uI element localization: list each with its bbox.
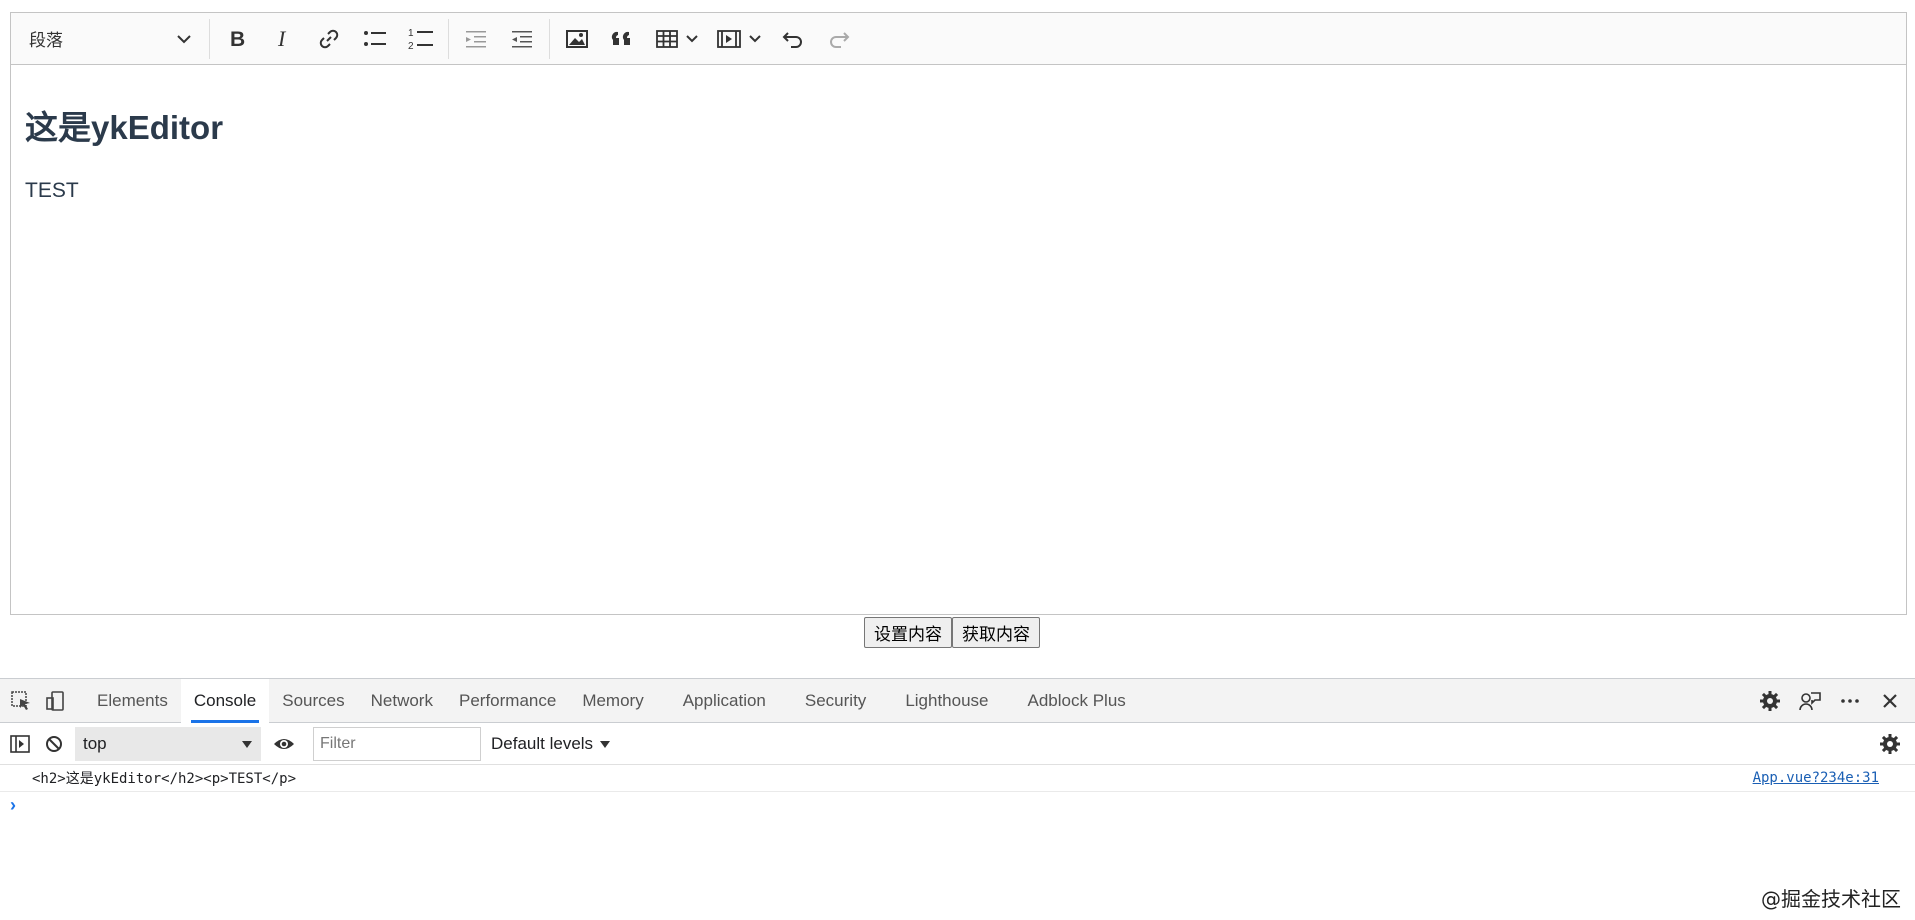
get-content-button[interactable]: 获取内容 (952, 617, 1040, 648)
content-heading[interactable]: 这是ykEditor (25, 101, 1892, 149)
devtools-right-actions (1747, 679, 1907, 723)
svg-text:2: 2 (408, 41, 414, 51)
console-prompt[interactable]: › (0, 792, 1915, 818)
svg-text:I: I (277, 28, 287, 50)
bulleted-list-button[interactable] (354, 19, 396, 59)
sidebar-toggle-icon (10, 734, 30, 753)
tab-elements[interactable]: Elements (84, 679, 181, 723)
toolbar-separator (209, 18, 210, 59)
insert-media-button[interactable] (710, 19, 768, 59)
link-button[interactable] (308, 19, 350, 59)
redo-icon (830, 31, 850, 48)
numbered-list-icon: 12 (408, 28, 433, 51)
context-selector-value: top (83, 733, 107, 753)
close-devtools-button[interactable] (1873, 684, 1907, 718)
redo-button[interactable] (818, 19, 860, 59)
feedback-button[interactable] (1793, 684, 1827, 718)
content-paragraph[interactable]: TEST (25, 179, 1892, 203)
log-levels-dropdown[interactable]: Default levels (491, 734, 611, 754)
prompt-caret-icon: › (10, 794, 16, 815)
clear-console-button[interactable] (37, 727, 71, 761)
heading-dropdown-value: 段落 (29, 31, 63, 50)
heading-dropdown[interactable]: 段落 (15, 19, 205, 59)
indent-icon (512, 30, 532, 47)
live-expression-button[interactable] (267, 727, 301, 761)
console-log-row: <h2>这是ykEditor</h2><p>TEST</p> App.vue?2… (0, 765, 1915, 792)
svg-text:B: B (230, 28, 245, 50)
gear-icon (1760, 691, 1780, 711)
outdent-button[interactable] (455, 19, 497, 59)
triangle-down-icon (242, 740, 252, 748)
clear-block-icon (46, 735, 62, 752)
console-settings-button[interactable] (1873, 727, 1907, 761)
editor-content-area[interactable]: 这是ykEditor TEST (11, 65, 1906, 217)
tab-network[interactable]: Network (358, 679, 446, 723)
outdent-icon (466, 30, 486, 47)
inspect-element-button[interactable] (4, 684, 38, 718)
insert-table-button[interactable] (648, 19, 706, 59)
feedback-user-icon (1799, 692, 1821, 711)
watermark: @掘金技术社区 (1761, 887, 1901, 911)
bold-icon: B (230, 28, 245, 50)
toggle-sidebar-button[interactable] (3, 727, 37, 761)
toolbar-separator (549, 18, 550, 59)
triangle-down-icon (600, 740, 611, 748)
svg-text:1: 1 (408, 28, 414, 39)
rich-text-editor: 段落 B I 12 这是ykEditor TEST (10, 12, 1907, 615)
link-icon (319, 29, 339, 48)
device-mobile-icon (46, 690, 64, 711)
tab-adblock-plus[interactable]: Adblock Plus (1015, 679, 1139, 723)
tab-console[interactable]: Console (180, 678, 270, 723)
settings-button[interactable] (1753, 684, 1787, 718)
blockquote-button[interactable] (602, 19, 644, 59)
undo-icon (782, 31, 802, 48)
console-filter-input[interactable] (313, 726, 481, 761)
tab-lighthouse[interactable]: Lighthouse (892, 679, 1014, 723)
italic-button[interactable]: I (262, 19, 304, 59)
devtools-panel: Elements Console Sources Network Perform… (0, 678, 1915, 920)
gear-icon (1880, 734, 1900, 754)
chevron-down-icon (686, 34, 698, 42)
context-selector[interactable]: top (75, 726, 261, 761)
bold-button[interactable]: B (216, 19, 258, 59)
toolbar-separator (448, 18, 449, 59)
devtools-tabbar: Elements Console Sources Network Perform… (0, 678, 1915, 723)
tab-memory[interactable]: Memory (569, 679, 669, 723)
media-icon (717, 29, 741, 48)
editor-toolbar: 段落 B I 12 (11, 13, 1906, 65)
tab-security[interactable]: Security (792, 679, 892, 723)
console-toolbar: top Default levels (0, 723, 1915, 765)
chevron-down-icon (749, 34, 761, 42)
bulleted-list-icon (364, 30, 386, 46)
image-icon (566, 29, 588, 48)
console-log-message: <h2>这是ykEditor</h2><p>TEST</p> (32, 771, 297, 787)
tab-performance[interactable]: Performance (446, 679, 569, 723)
device-toolbar-button[interactable] (38, 684, 72, 718)
action-buttons: 设置内容 获取内容 (864, 617, 1040, 648)
indent-button[interactable] (501, 19, 543, 59)
close-icon (1883, 694, 1897, 708)
italic-icon: I (277, 28, 287, 50)
chevron-down-icon (177, 34, 191, 43)
blockquote-icon (611, 31, 630, 45)
set-content-button[interactable]: 设置内容 (864, 617, 952, 648)
tab-application[interactable]: Application (670, 679, 792, 723)
numbered-list-button[interactable]: 12 (400, 19, 442, 59)
undo-button[interactable] (772, 19, 814, 59)
insert-image-button[interactable] (556, 19, 598, 59)
tab-sources[interactable]: Sources (269, 679, 357, 723)
inspect-cursor-icon (11, 690, 30, 710)
table-icon (656, 29, 678, 48)
eye-icon (274, 738, 294, 749)
log-levels-value: Default levels (491, 733, 594, 753)
more-horizontal-icon (1841, 699, 1859, 703)
more-options-button[interactable] (1833, 684, 1867, 718)
console-log-source-link[interactable]: App.vue?234e:31 (1753, 770, 1879, 786)
